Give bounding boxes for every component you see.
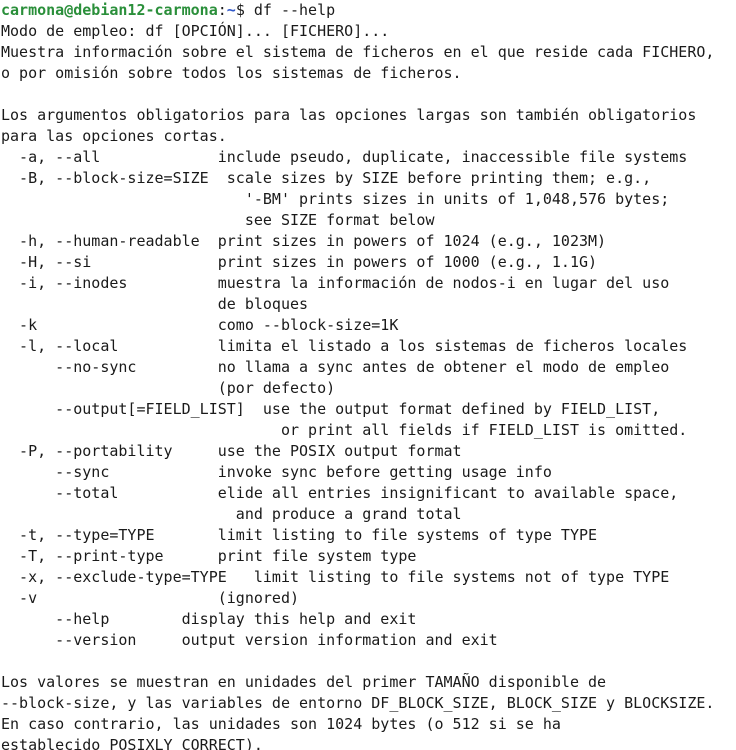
- output-line: establecido POSIXLY_CORRECT).: [1, 736, 263, 750]
- output-line: --sync invoke sync before getting usage …: [1, 463, 552, 481]
- output-line: -x, --exclude-type=TYPE limit listing to…: [1, 568, 670, 586]
- output-line: -v (ignored): [1, 589, 300, 607]
- output-line: de bloques: [1, 295, 309, 313]
- output-line: o por omisión sobre todos los sistemas d…: [1, 64, 462, 82]
- output-line: --output[=FIELD_LIST] use the output for…: [1, 400, 661, 418]
- output-line: '-BM' prints sizes in units of 1,048,576…: [1, 190, 670, 208]
- output-line: (por defecto): [1, 379, 336, 397]
- output-line: -t, --type=TYPE limit listing to file sy…: [1, 526, 598, 544]
- output-line: see SIZE format below: [1, 211, 435, 229]
- terminal-window[interactable]: carmona@debian12-carmona:~$ df --help Mo…: [0, 0, 736, 750]
- output-line: -i, --inodes muestra la información de n…: [1, 274, 670, 292]
- output-line: --block-size, y las variables de entorno…: [1, 694, 715, 712]
- prompt-user-host: carmona@debian12-carmona: [1, 1, 218, 19]
- prompt-line: carmona@debian12-carmona:~$ df --help: [1, 0, 736, 21]
- output-line: -h, --human-readable print sizes in powe…: [1, 232, 607, 250]
- output-line: Modo de empleo: df [OPCIÓN]... [FICHERO]…: [1, 22, 390, 40]
- output-line: --help display this help and exit: [1, 610, 417, 628]
- output-line: -l, --local limita el listado a los sist…: [1, 337, 688, 355]
- output-line: --total elide all entries insignificant …: [1, 484, 679, 502]
- command-output: Modo de empleo: df [OPCIÓN]... [FICHERO]…: [1, 21, 736, 750]
- prompt-separator: :: [217, 1, 227, 19]
- output-line: --no-sync no llama a sync antes de obten…: [1, 358, 670, 376]
- output-line: and produce a grand total: [1, 505, 462, 523]
- output-line: En caso contrario, las unidades son 1024…: [1, 715, 561, 733]
- output-line: -P, --portability use the POSIX output f…: [1, 442, 462, 460]
- output-line: -k como --block-size=1K: [1, 316, 399, 334]
- command-text: df --help: [253, 1, 336, 19]
- output-line: -T, --print-type print file system type: [1, 547, 417, 565]
- output-line: -B, --block-size=SIZE scale sizes by SIZ…: [1, 169, 652, 187]
- output-line: -a, --all include pseudo, duplicate, ina…: [1, 148, 688, 166]
- output-line: -H, --si print sizes in powers of 1000 (…: [1, 253, 598, 271]
- prompt-symbol: $: [235, 1, 254, 19]
- output-line: --version output version information and…: [1, 631, 498, 649]
- output-line: Los argumentos obligatorios para las opc…: [1, 106, 697, 124]
- output-line: Los valores se muestran en unidades del …: [1, 673, 607, 691]
- output-line: para las opciones cortas.: [1, 127, 227, 145]
- prompt-path: ~: [226, 1, 236, 19]
- output-line: or print all fields if FIELD_LIST is omi…: [1, 421, 688, 439]
- output-line: Muestra información sobre el sistema de …: [1, 43, 715, 61]
